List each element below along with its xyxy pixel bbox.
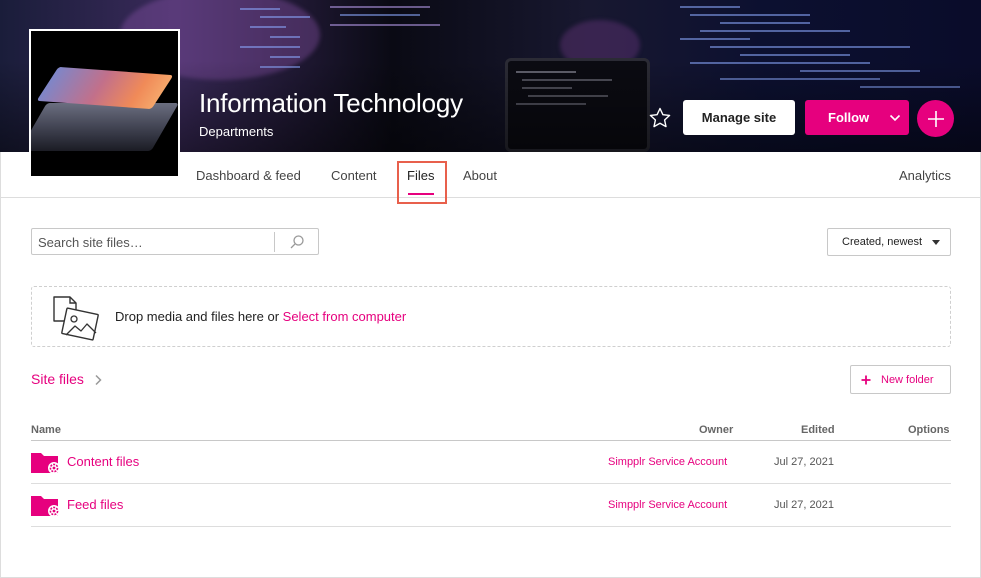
folder-name-link[interactable]: Content files bbox=[67, 454, 139, 469]
new-folder-label: New folder bbox=[881, 373, 934, 386]
owner-link[interactable]: Simpplr Service Account bbox=[608, 499, 727, 511]
search-icon[interactable] bbox=[289, 234, 305, 250]
owner-link[interactable]: Simpplr Service Account bbox=[608, 456, 727, 468]
column-header-name: Name bbox=[31, 424, 61, 436]
search-site-files bbox=[31, 228, 319, 255]
table-row[interactable]: Feed files Simpplr Service Account Jul 2… bbox=[31, 484, 951, 527]
plus-icon bbox=[927, 110, 944, 127]
sort-selected: Created, newest bbox=[842, 236, 923, 248]
plus-icon bbox=[851, 375, 881, 385]
folder-gear-icon bbox=[31, 494, 61, 518]
chevron-down-icon[interactable] bbox=[880, 100, 909, 135]
table-row[interactable]: Content files Simpplr Service Account Ju… bbox=[31, 441, 951, 484]
caret-down-icon bbox=[932, 240, 940, 245]
tab-content[interactable]: Content bbox=[331, 168, 377, 183]
new-folder-button[interactable]: New folder bbox=[850, 365, 951, 394]
sort-dropdown[interactable]: Created, newest bbox=[827, 228, 951, 256]
add-plus-button[interactable] bbox=[917, 100, 954, 137]
dropzone-label: Drop media and files here or bbox=[115, 309, 283, 324]
favorite-star-icon[interactable] bbox=[648, 106, 672, 130]
edited-date: Jul 27, 2021 bbox=[774, 456, 834, 468]
folder-gear-icon bbox=[31, 451, 61, 475]
manage-site-button[interactable]: Manage site bbox=[683, 100, 795, 135]
analytics-link[interactable]: Analytics bbox=[899, 168, 951, 183]
column-header-edited: Edited bbox=[801, 424, 835, 436]
search-input[interactable] bbox=[38, 233, 272, 251]
tab-dashboard-feed[interactable]: Dashboard & feed bbox=[196, 168, 301, 183]
media-upload-icon bbox=[49, 293, 101, 343]
site-title: Information Technology bbox=[199, 88, 463, 118]
select-from-computer-link[interactable]: Select from computer bbox=[283, 309, 407, 324]
file-dropzone[interactable]: Drop media and files here or Select from… bbox=[31, 286, 951, 347]
column-header-options: Options bbox=[908, 424, 950, 436]
chevron-right-icon bbox=[93, 373, 103, 386]
dropzone-text: Drop media and files here or Select from… bbox=[115, 309, 406, 324]
site-logo-image bbox=[29, 29, 180, 178]
site-category: Departments bbox=[199, 124, 274, 139]
breadcrumb-site-files[interactable]: Site files bbox=[31, 371, 84, 387]
column-header-owner: Owner bbox=[699, 424, 734, 436]
follow-button[interactable]: Follow bbox=[805, 100, 909, 135]
tab-about[interactable]: About bbox=[463, 168, 497, 183]
follow-label: Follow bbox=[828, 110, 870, 125]
files-tab-highlight-box bbox=[397, 161, 447, 204]
edited-date: Jul 27, 2021 bbox=[774, 499, 834, 511]
folder-name-link[interactable]: Feed files bbox=[67, 497, 123, 512]
